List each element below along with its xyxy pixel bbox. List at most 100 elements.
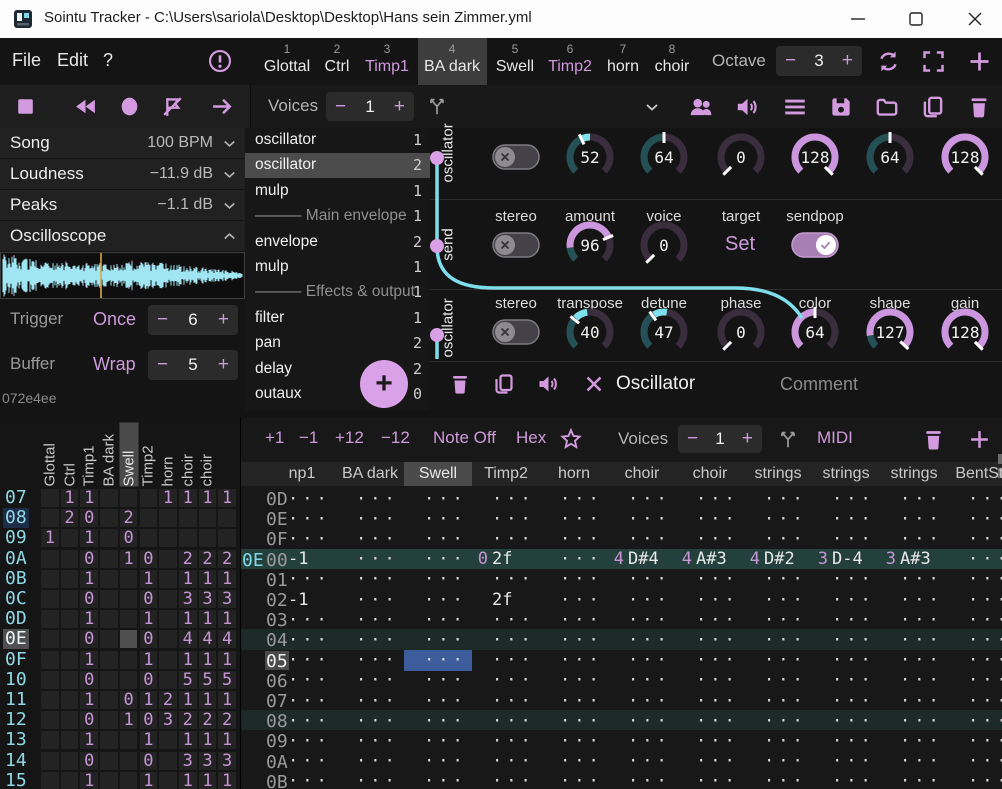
octave-increment-button[interactable]: +	[833, 50, 862, 72]
chevron-down-icon[interactable]	[642, 97, 662, 117]
menu-item-file[interactable]: File	[12, 50, 41, 71]
unit-list-item-pan[interactable]: pan2	[245, 331, 430, 356]
pattern-cell[interactable]: ···	[744, 569, 812, 590]
loop-icon[interactable]	[875, 48, 902, 75]
pattern-cell[interactable]: ···	[744, 690, 812, 711]
rewind-icon[interactable]	[73, 94, 98, 119]
pattern-cell[interactable]: ···	[472, 508, 540, 529]
pattern-cell[interactable]: ···	[336, 710, 404, 731]
pattern-cell[interactable]: ···	[336, 488, 404, 509]
star-icon[interactable]	[559, 427, 583, 451]
octave-decrement-button[interactable]: −	[776, 50, 805, 72]
pattern-cell[interactable]: ···	[472, 771, 540, 789]
pattern-cell[interactable]: ···	[404, 629, 472, 650]
toggle-stereo-off[interactable]	[492, 319, 540, 350]
pattern-cell[interactable]: ···	[404, 508, 472, 529]
order-column-header-glottal[interactable]: Glottal	[40, 423, 59, 487]
pattern-cell[interactable]: ···	[948, 751, 1002, 772]
order-cell[interactable]: 1	[199, 772, 217, 789]
pattern-cell[interactable]: ···	[676, 650, 744, 671]
pattern-cell[interactable]: ···	[744, 629, 812, 650]
pattern-cell[interactable]: ···	[880, 488, 948, 509]
pattern-cell[interactable]: ···	[676, 569, 744, 590]
order-cell[interactable]: 1	[199, 489, 217, 507]
unit-list-item--effects-output[interactable]: ——— Effects & output1	[245, 280, 430, 305]
order-cell[interactable]: 2	[159, 691, 177, 709]
order-cell[interactable]	[100, 630, 118, 648]
pattern-cell[interactable]: ···	[608, 488, 676, 509]
pattern-cell[interactable]: ···	[472, 650, 540, 671]
order-cell[interactable]: 1	[61, 489, 79, 507]
order-cell[interactable]	[100, 509, 118, 527]
order-cell[interactable]	[159, 772, 177, 789]
order-cell[interactable]	[159, 509, 177, 527]
comment-field[interactable]: Comment	[780, 374, 858, 395]
pattern-cell[interactable]: ···	[404, 730, 472, 751]
pattern-cell[interactable]: ···	[880, 751, 948, 772]
pattern-button-+12[interactable]: +12	[335, 428, 364, 448]
order-cell[interactable]: 0	[80, 630, 98, 648]
pattern-cell[interactable]: ···	[404, 589, 472, 610]
pattern-cell[interactable]: ···	[472, 528, 540, 549]
pattern-cell[interactable]: ···	[540, 771, 608, 789]
add-unit-button[interactable]: +	[360, 360, 408, 408]
order-cell[interactable]	[159, 550, 177, 568]
pattern-cell[interactable]: ···	[676, 528, 744, 549]
record-icon[interactable]	[117, 94, 142, 119]
pattern-cell[interactable]: ···	[404, 710, 472, 731]
pattern-cell[interactable]: ···	[404, 569, 472, 590]
order-cell[interactable]	[61, 731, 79, 749]
order-column-header-swell[interactable]: Swell	[119, 423, 138, 487]
order-cell[interactable]: 0	[140, 711, 158, 729]
order-cell[interactable]: 1	[199, 651, 217, 669]
order-cell[interactable]	[120, 630, 138, 648]
order-cell[interactable]: 1	[179, 610, 197, 628]
pattern-cell[interactable]: ···	[472, 488, 540, 509]
pattern-cell[interactable]: ···	[404, 751, 472, 772]
pattern-cell[interactable]: ···	[336, 751, 404, 772]
pattern-cell[interactable]: ···	[744, 670, 812, 691]
track-tab-ctrl[interactable]: 2Ctrl	[315, 38, 359, 85]
order-cell[interactable]: 0	[80, 590, 98, 608]
pattern-cell[interactable]: ···	[744, 771, 812, 789]
order-cell[interactable]	[41, 570, 59, 588]
maximize-button[interactable]	[893, 0, 939, 38]
pattern-cell[interactable]: ···	[540, 508, 608, 529]
unit-list-item-mulp[interactable]: mulp1	[245, 255, 430, 280]
order-cell[interactable]: 3	[218, 590, 236, 608]
order-cell[interactable]: 1	[41, 529, 59, 547]
pattern-cell[interactable]: ···	[404, 771, 472, 789]
order-cell[interactable]	[61, 610, 79, 628]
order-cell[interactable]: 2	[199, 550, 217, 568]
order-cell[interactable]	[100, 529, 118, 547]
pattern-cell[interactable]: ···	[948, 670, 1002, 691]
order-cell[interactable]	[100, 590, 118, 608]
order-cell[interactable]: 1	[80, 731, 98, 749]
pattern-track-header-strings[interactable]: strings	[880, 462, 948, 486]
pattern-cell[interactable]: ···	[472, 629, 540, 650]
order-column-header-horn[interactable]: horn	[159, 423, 178, 487]
pattern-cell[interactable]: ···	[676, 690, 744, 711]
order-cell[interactable]	[61, 772, 79, 789]
order-cell[interactable]: 1	[199, 731, 217, 749]
pattern-cell[interactable]: ···	[812, 629, 880, 650]
pattern-cell[interactable]: ···	[880, 650, 948, 671]
order-cell[interactable]	[61, 529, 79, 547]
order-cell[interactable]: 1	[80, 610, 98, 628]
order-cell[interactable]: 1	[80, 651, 98, 669]
order-cell[interactable]	[41, 731, 59, 749]
order-cell[interactable]: 1	[179, 691, 197, 709]
order-cell[interactable]: 5	[199, 671, 217, 689]
order-cell[interactable]: 4	[199, 630, 217, 648]
panel-row-peaks[interactable]: Peaks−1.1 dB	[0, 190, 245, 220]
pattern-track-header-choir[interactable]: choir	[608, 462, 676, 486]
target-set-button[interactable]: Set	[725, 233, 755, 256]
pattern-cell[interactable]: ···	[540, 670, 608, 691]
order-cell[interactable]: 0	[140, 630, 158, 648]
pattern-cell[interactable]: ···	[404, 488, 472, 509]
order-cell[interactable]	[218, 529, 236, 547]
order-cell[interactable]	[179, 529, 197, 547]
order-cell[interactable]	[159, 529, 177, 547]
pattern-cell[interactable]: ···	[472, 670, 540, 691]
order-cell[interactable]: 3	[159, 711, 177, 729]
